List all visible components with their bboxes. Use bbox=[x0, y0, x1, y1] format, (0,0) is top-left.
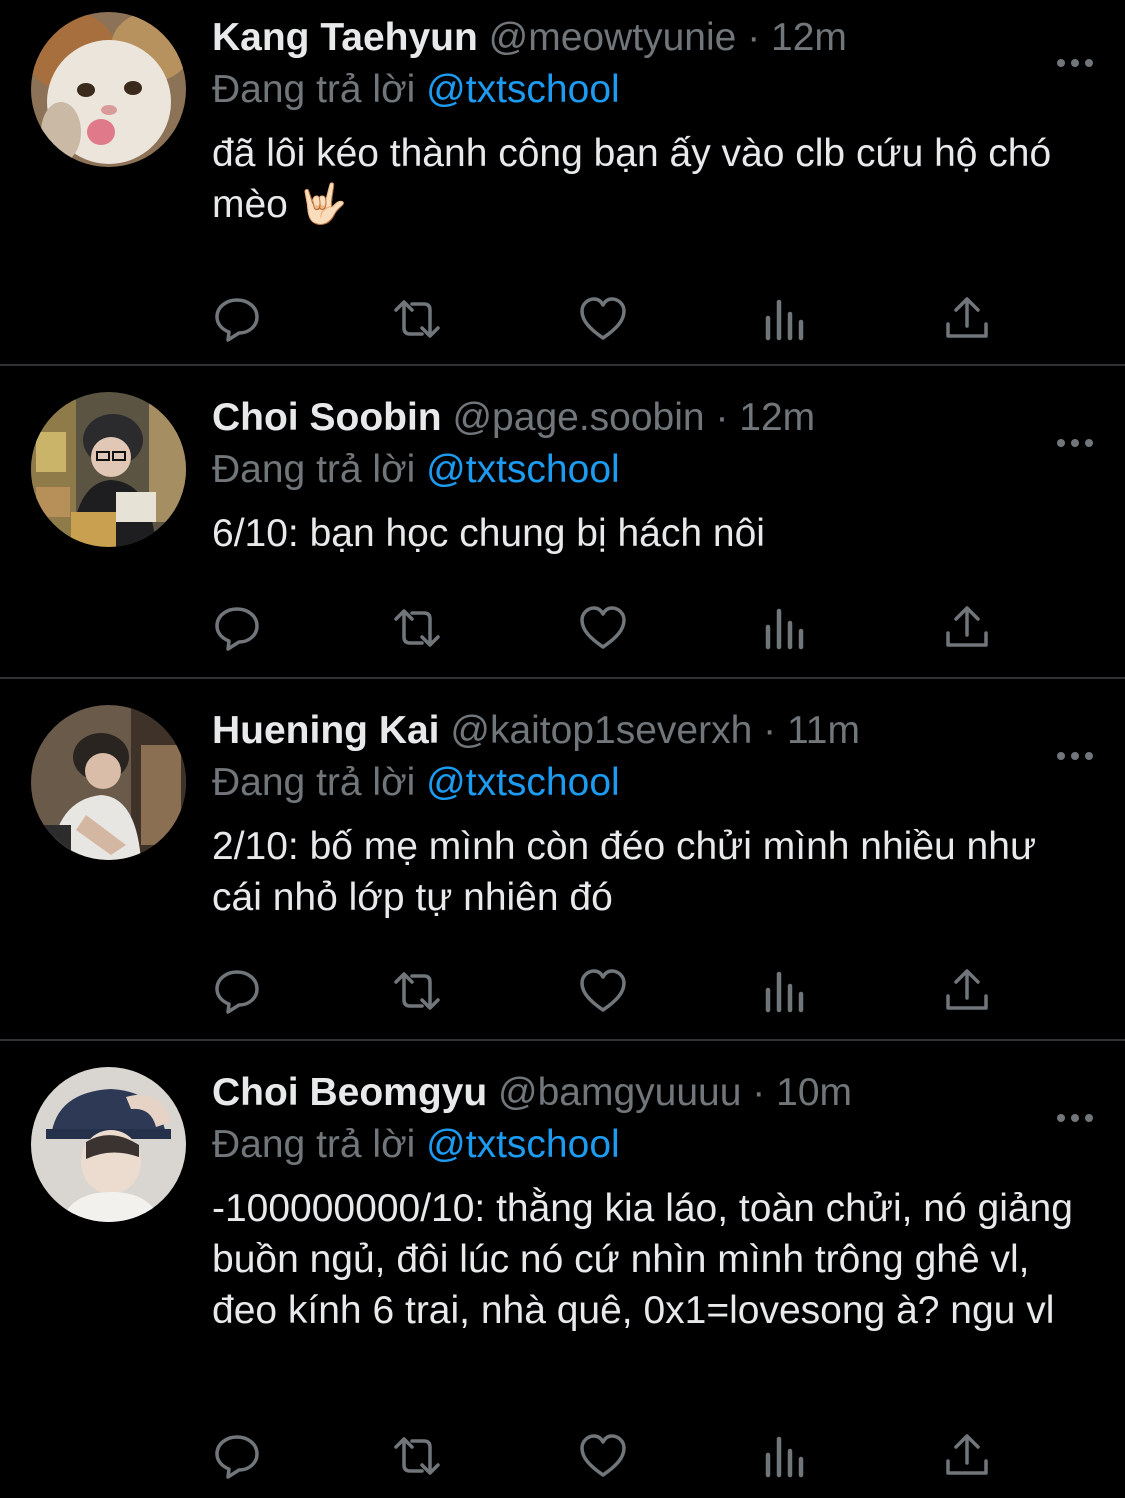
tweet-actions bbox=[212, 603, 1012, 653]
reply-mention-link[interactable]: @txtschool bbox=[426, 448, 620, 491]
views-icon[interactable] bbox=[760, 294, 810, 344]
share-icon[interactable] bbox=[942, 294, 992, 344]
replying-to: Đang trả lời @txtschool bbox=[212, 757, 1095, 809]
user-handle[interactable]: @bamgyuuuu bbox=[498, 1071, 741, 1114]
tweet-text: -100000000/10: thằng kia láo, toàn chửi,… bbox=[212, 1187, 1084, 1332]
tweet-actions bbox=[212, 294, 1012, 344]
timestamp[interactable]: 12m bbox=[739, 396, 815, 439]
more-options-icon[interactable] bbox=[1055, 725, 1095, 760]
views-icon[interactable] bbox=[760, 603, 810, 653]
retweet-icon[interactable] bbox=[392, 1431, 442, 1481]
more-options-icon[interactable] bbox=[1055, 32, 1095, 67]
tweet-text: đã lôi kéo thành công bạn ấy vào clb cứu… bbox=[212, 132, 1063, 226]
tweet-header: Choi Beomgyu @bamgyuuuu · 10m bbox=[212, 1067, 1095, 1122]
person-avatar-image bbox=[31, 1067, 186, 1222]
display-name[interactable]: Kang Taehyun bbox=[212, 16, 478, 59]
tweet-actions bbox=[212, 1431, 1012, 1481]
reply-icon[interactable] bbox=[212, 1431, 262, 1481]
tweet[interactable]: Choi Beomgyu @bamgyuuuu · 10m Đang trả l… bbox=[0, 1041, 1125, 1498]
reply-prefix: Đang trả lời bbox=[212, 1123, 416, 1166]
reply-mention-link[interactable]: @txtschool bbox=[426, 68, 620, 111]
avatar[interactable] bbox=[31, 392, 186, 547]
reply-prefix: Đang trả lời bbox=[212, 448, 416, 491]
retweet-icon[interactable] bbox=[392, 603, 442, 653]
like-icon[interactable] bbox=[578, 966, 628, 1016]
separator: · bbox=[763, 709, 777, 752]
timeline: Kang Taehyun @meowtyunie · 12m Đang trả … bbox=[0, 0, 1125, 1498]
more-options-icon[interactable] bbox=[1055, 412, 1095, 447]
reply-mention-link[interactable]: @txtschool bbox=[426, 1123, 620, 1166]
more-options-icon[interactable] bbox=[1055, 1087, 1095, 1122]
person-avatar-image bbox=[31, 392, 186, 547]
user-handle[interactable]: @kaitop1severxh bbox=[450, 709, 752, 752]
reply-mention-link[interactable]: @txtschool bbox=[426, 761, 620, 804]
reply-icon[interactable] bbox=[212, 294, 262, 344]
tweet-actions bbox=[212, 966, 1012, 1016]
tweet-header: Huening Kai @kaitop1severxh · 11m bbox=[212, 705, 1095, 760]
tweet-text: 2/10: bố mẹ mình còn đéo chửi mình nhiều… bbox=[212, 825, 1047, 919]
retweet-icon[interactable] bbox=[392, 966, 442, 1016]
display-name[interactable]: Choi Beomgyu bbox=[212, 1071, 487, 1114]
tweet-header: Kang Taehyun @meowtyunie · 12m bbox=[212, 12, 1095, 67]
views-icon[interactable] bbox=[760, 966, 810, 1016]
share-icon[interactable] bbox=[942, 966, 992, 1016]
reply-prefix: Đang trả lời bbox=[212, 68, 416, 111]
replying-to: Đang trả lời @txtschool bbox=[212, 1119, 1095, 1171]
replying-to: Đang trả lời @txtschool bbox=[212, 444, 1095, 496]
share-icon[interactable] bbox=[942, 1431, 992, 1481]
display-name[interactable]: Huening Kai bbox=[212, 709, 440, 752]
views-icon[interactable] bbox=[760, 1431, 810, 1481]
retweet-icon[interactable] bbox=[392, 294, 442, 344]
tweet-header: Choi Soobin @page.soobin · 12m bbox=[212, 392, 1095, 447]
like-icon[interactable] bbox=[578, 294, 628, 344]
timestamp[interactable]: 12m bbox=[771, 16, 847, 59]
separator: · bbox=[715, 396, 729, 439]
separator: · bbox=[747, 16, 761, 59]
timestamp[interactable]: 10m bbox=[776, 1071, 852, 1114]
tweet[interactable]: Huening Kai @kaitop1severxh · 11m Đang t… bbox=[0, 679, 1125, 1041]
avatar[interactable] bbox=[31, 1067, 186, 1222]
tweet[interactable]: Kang Taehyun @meowtyunie · 12m Đang trả … bbox=[0, 0, 1125, 366]
reply-prefix: Đang trả lời bbox=[212, 761, 416, 804]
reply-icon[interactable] bbox=[212, 966, 262, 1016]
cat-avatar-image bbox=[31, 12, 186, 167]
display-name[interactable]: Choi Soobin bbox=[212, 396, 442, 439]
person-avatar-image bbox=[31, 705, 186, 860]
tweet-text: 6/10: bạn học chung bị hách nôi bbox=[212, 512, 765, 555]
like-icon[interactable] bbox=[578, 603, 628, 653]
tweet[interactable]: Choi Soobin @page.soobin · 12m Đang trả … bbox=[0, 366, 1125, 679]
user-handle[interactable]: @meowtyunie bbox=[489, 16, 737, 59]
avatar[interactable] bbox=[31, 705, 186, 860]
share-icon[interactable] bbox=[942, 603, 992, 653]
timestamp[interactable]: 11m bbox=[787, 709, 860, 752]
like-icon[interactable] bbox=[578, 1431, 628, 1481]
user-handle[interactable]: @page.soobin bbox=[452, 396, 704, 439]
separator: · bbox=[752, 1071, 766, 1114]
reply-icon[interactable] bbox=[212, 603, 262, 653]
replying-to: Đang trả lời @txtschool bbox=[212, 64, 1095, 116]
avatar[interactable] bbox=[31, 12, 186, 167]
